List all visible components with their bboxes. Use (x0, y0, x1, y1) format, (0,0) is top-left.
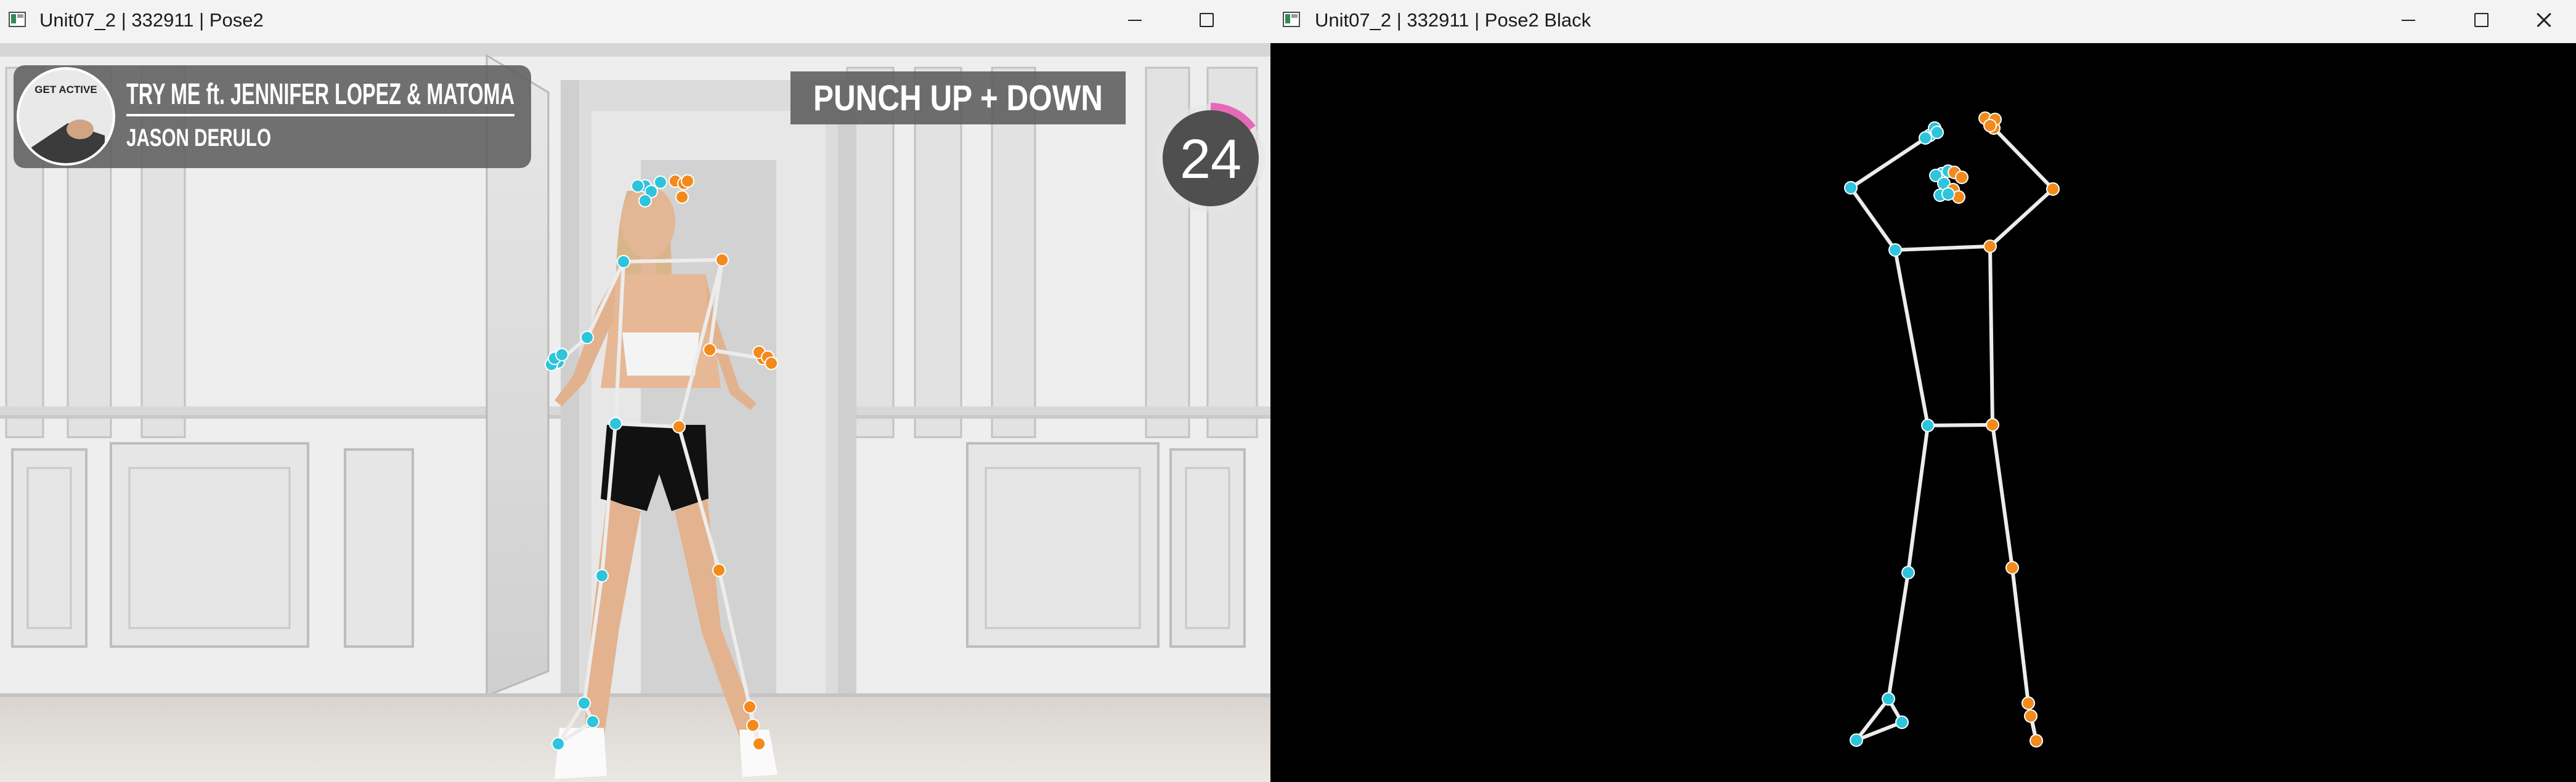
window-title: Unit07_2 | 332911 | Pose2 Black (1315, 9, 1591, 31)
skeleton-bone (622, 258, 724, 264)
song-title: TRY ME ft. JENNIFER LOPEZ & MATOMA (126, 78, 514, 111)
keypoint (586, 715, 599, 728)
keypoint (1882, 692, 1895, 706)
video-frame: GET ACTIVE TRY ME ft. JENNIFER LOPEZ & M… (0, 43, 1270, 782)
keypoint (2005, 561, 2019, 574)
keypoint (712, 563, 726, 577)
keypoint (1919, 131, 1932, 145)
floor (0, 696, 1270, 782)
keypoint (551, 737, 565, 751)
app-icon (1283, 12, 1300, 27)
minimize-icon[interactable] (1103, 0, 1164, 39)
keypoint (580, 331, 594, 344)
skeleton-view (1270, 43, 2576, 782)
keypoint (1844, 181, 1858, 195)
keypoint (703, 343, 717, 357)
keypoint (555, 348, 569, 361)
close-icon[interactable] (2512, 0, 2574, 39)
keypoint (1986, 418, 1999, 432)
keypoint (595, 569, 609, 582)
title-bar[interactable]: Unit07_2 | 332911 | Pose2 (0, 0, 1270, 43)
keypoint (2021, 696, 2035, 710)
keypoint (2046, 182, 2060, 196)
keypoint (715, 253, 729, 267)
keypoint (638, 194, 652, 208)
keypoint (1930, 126, 1944, 139)
app-icon (9, 12, 26, 27)
pose-window: Unit07_2 | 332911 | Pose2 GET ACTIVE TRY… (0, 0, 1270, 782)
video-view: GET ACTIVE TRY ME ft. JENNIFER LOPEZ & M… (0, 43, 1270, 782)
maximize-icon[interactable] (1176, 0, 1237, 39)
keypoint (617, 255, 630, 268)
keypoint (2030, 734, 2043, 748)
keypoint (1901, 566, 1915, 579)
countdown-number: 24 (1180, 129, 1241, 190)
keypoint (1983, 240, 1997, 253)
artist-name: JASON DERULO (126, 124, 271, 151)
keypoint (609, 417, 622, 430)
skeleton-canvas (1270, 43, 2576, 782)
minimize-icon[interactable] (2376, 0, 2438, 39)
keypoint (675, 190, 689, 204)
keypoint (654, 175, 667, 189)
keypoint (1955, 171, 1969, 184)
keypoint (743, 700, 757, 714)
keypoint (1941, 187, 1955, 201)
move-label: PUNCH UP + DOWN (813, 78, 1103, 118)
keypoint (752, 737, 766, 751)
keypoint (2024, 709, 2038, 723)
keypoint (1888, 243, 1902, 257)
title-bar[interactable]: Unit07_2 | 332911 | Pose2 Black (1270, 0, 2576, 43)
keypoint (631, 179, 644, 193)
get-active-logo: GET ACTIVE (35, 84, 97, 95)
move-label-box: PUNCH UP + DOWN (790, 71, 1126, 124)
skeleton-bone (1988, 244, 1994, 427)
pose-black-window: Unit07_2 | 332911 | Pose2 Black (1270, 0, 2576, 782)
keypoint (1921, 419, 1935, 432)
keypoint (746, 719, 760, 732)
maximize-icon[interactable] (2450, 0, 2512, 39)
keypoint (577, 696, 591, 710)
window-title: Unit07_2 | 332911 | Pose2 (39, 9, 264, 31)
keypoint (672, 420, 686, 433)
keypoint (1850, 733, 1863, 747)
keypoint (1895, 715, 1909, 729)
keypoint (765, 357, 778, 370)
keypoint (681, 174, 694, 188)
keypoint (1983, 119, 1997, 132)
song-info-overlay: GET ACTIVE TRY ME ft. JENNIFER LOPEZ & M… (14, 65, 531, 168)
